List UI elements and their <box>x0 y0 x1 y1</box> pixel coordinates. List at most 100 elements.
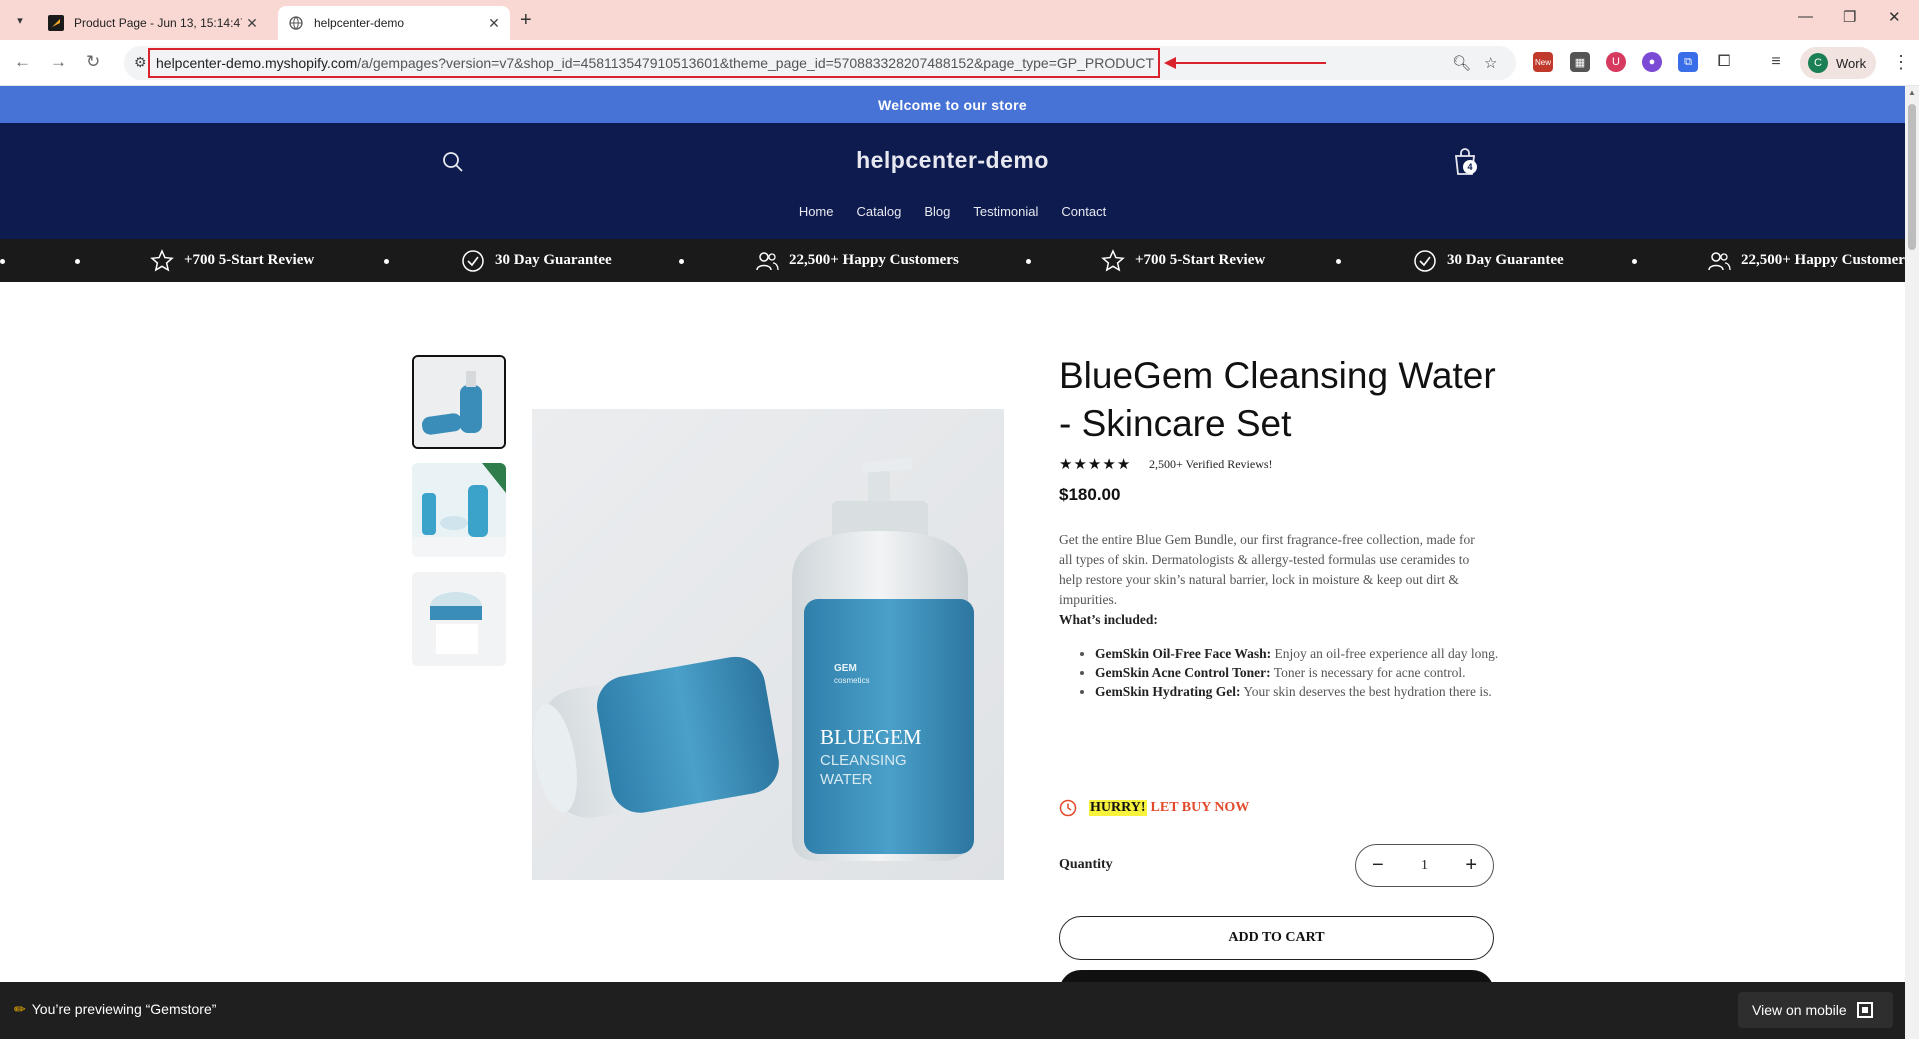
item-name: GemSkin Hydrating Gel: <box>1095 684 1241 699</box>
star-icon: ★ <box>1059 456 1073 473</box>
rating-stars[interactable]: ★ ★ ★ ★ ★ <box>1059 455 1130 473</box>
bottle-label-3: WATER <box>820 771 873 788</box>
users-icon <box>1708 251 1731 270</box>
list-item: GemSkin Oil-Free Face Wash: Enjoy an oil… <box>1095 644 1499 663</box>
marquee-text: 30 Day Guarantee <box>1447 252 1564 268</box>
url-host: helpcenter-demo.myshopify.com <box>156 55 358 71</box>
close-tab-icon[interactable]: ✕ <box>484 15 504 32</box>
close-tab-icon[interactable]: ✕ <box>242 15 262 32</box>
marquee-item-customers: 22,500+ Happy Customers <box>755 239 959 282</box>
avatar: C <box>1808 53 1828 73</box>
browser-tab-helpcenter[interactable]: helpcenter-demo ✕ <box>278 6 510 40</box>
view-on-mobile-label: View on mobile <box>1752 1002 1847 1018</box>
item-name: GemSkin Oil-Free Face Wash: <box>1095 646 1272 661</box>
minimize-icon[interactable]: — <box>1798 8 1813 25</box>
nav-home[interactable]: Home <box>799 204 834 219</box>
extension-shield-icon[interactable]: U <box>1606 52 1626 72</box>
reload-icon[interactable]: ↻ <box>86 52 100 72</box>
profile-button[interactable]: C Work <box>1800 47 1876 79</box>
scrollbar-thumb[interactable] <box>1908 104 1916 250</box>
scroll-up-icon[interactable]: ▲ <box>1908 88 1916 97</box>
bottle-brand-sub: cosmetics <box>834 676 870 685</box>
nav-contact[interactable]: Contact <box>1061 204 1106 219</box>
preview-text: You’re previewing “Gemstore” <box>31 1001 217 1017</box>
minus-icon[interactable]: − <box>1372 854 1384 877</box>
url-text-highlighted[interactable]: helpcenter-demo.myshopify.com/a/gempages… <box>148 48 1160 78</box>
nav-blog[interactable]: Blog <box>924 204 950 219</box>
add-to-cart-button[interactable]: ADD TO CART <box>1059 916 1494 960</box>
product-price: $180.00 <box>1059 485 1121 504</box>
marquee-text: +700 5-Start Review <box>1135 252 1266 268</box>
cart-count-badge: 4 <box>1463 160 1477 174</box>
back-icon[interactable]: ← <box>14 52 31 72</box>
included-heading: What’s included: <box>1059 612 1158 627</box>
view-on-mobile-button[interactable]: View on mobile <box>1738 992 1893 1028</box>
separator-dot <box>75 259 80 264</box>
bottle-brand: GEM <box>834 663 857 674</box>
restore-icon[interactable]: ❐ <box>1843 8 1856 26</box>
separator-dot <box>384 259 389 264</box>
plus-icon[interactable]: + <box>1465 854 1477 877</box>
close-window-icon[interactable]: ✕ <box>1888 8 1901 26</box>
forward-icon[interactable]: → <box>50 52 67 72</box>
star-icon: ★ <box>1073 456 1087 473</box>
browser-menu-icon[interactable]: ⋮ <box>1892 52 1910 73</box>
marquee-item-customers: 22,500+ Happy Customers <box>1707 239 1905 282</box>
star-icon: ★ <box>1087 456 1102 473</box>
extension-translate-icon[interactable]: ⧉ <box>1678 52 1698 72</box>
hurry-text: LET BUY NOW <box>1150 800 1250 815</box>
product-thumbnail-3[interactable] <box>412 572 506 666</box>
item-text: Your skin deserves the best hydration th… <box>1243 684 1492 699</box>
description-text: Get the entire Blue Gem Bundle, our firs… <box>1059 532 1475 607</box>
extension-new-icon[interactable]: New <box>1533 52 1553 72</box>
product-description: Get the entire Blue Gem Bundle, our firs… <box>1059 530 1489 630</box>
nav-testimonial[interactable]: Testimonial <box>973 204 1038 219</box>
gempages-favicon-icon <box>48 15 64 31</box>
reading-list-icon[interactable]: ≡ <box>1766 52 1786 72</box>
address-bar[interactable]: ⚙ helpcenter-demo.myshopify.com/a/gempag… <box>124 46 1516 80</box>
page-scrollbar[interactable]: ▲ <box>1905 86 1919 1039</box>
quantity-label: Quantity <box>1059 857 1113 872</box>
pencil-icon: ✏ <box>14 1001 26 1017</box>
separator-dot <box>679 259 684 264</box>
product-main-image[interactable]: GEM cosmetics BLUEGEM CLEANSING WATER <box>532 409 1004 880</box>
tab-search-menu-icon[interactable]: ▾ <box>10 10 30 30</box>
product-thumbnail-1[interactable] <box>412 355 506 449</box>
bookmark-star-icon[interactable]: ☆ <box>1484 54 1497 72</box>
separator-dot <box>1336 259 1341 264</box>
tab-title: helpcenter-demo <box>314 16 405 30</box>
list-item: GemSkin Acne Control Toner: Toner is nec… <box>1095 663 1499 682</box>
extensions-puzzle-icon[interactable]: ⧠ <box>1714 52 1734 72</box>
new-tab-icon[interactable]: + <box>520 9 532 32</box>
product-thumbnail-2[interactable] <box>412 463 506 557</box>
browser-tab-product-page[interactable]: Product Page - Jun 13, 15:14:47 ✕ <box>38 6 268 40</box>
extension-qr-icon[interactable]: ▦ <box>1570 52 1590 72</box>
store-header: helpcenter-demo 4 Home Catalog Blog Test… <box>0 123 1905 239</box>
annotation-arrow <box>1164 57 1326 69</box>
marquee-item-reviews: +700 5-Start Review <box>150 239 314 282</box>
main-nav: Home Catalog Blog Testimonial Contact <box>0 204 1905 219</box>
included-list: GemSkin Oil-Free Face Wash: Enjoy an oil… <box>1059 644 1499 701</box>
separator-dot <box>1632 259 1637 264</box>
site-info-icon[interactable]: ⚙ <box>134 54 147 71</box>
hurry-highlight: HURRY! <box>1089 800 1147 816</box>
reviews-count[interactable]: 2,500+ Verified Reviews! <box>1149 457 1273 472</box>
extension-color-icon[interactable]: ● <box>1642 52 1662 72</box>
globe-favicon-icon <box>288 15 304 31</box>
marquee-text: 30 Day Guarantee <box>495 252 612 268</box>
quantity-stepper: − 1 + <box>1355 844 1494 887</box>
nav-catalog[interactable]: Catalog <box>857 204 902 219</box>
bottle-label-2: CLEANSING <box>820 752 907 769</box>
store-brand[interactable]: helpcenter-demo <box>0 147 1905 174</box>
badge-check-icon <box>1414 249 1436 272</box>
trust-marquee: +700 5-Start Review 30 Day Guarantee 22,… <box>0 239 1905 282</box>
item-text: Toner is necessary for acne control. <box>1273 665 1466 680</box>
quantity-value[interactable]: 1 <box>1421 858 1428 874</box>
marquee-item-guarantee: 30 Day Guarantee <box>1413 239 1564 282</box>
preview-text-wrap: ✏ You’re previewing “Gemstore” <box>14 1001 216 1018</box>
marquee-text: +700 5-Start Review <box>184 252 315 268</box>
bottle-label-1: BLUEGEM <box>820 725 922 749</box>
announcement-bar: Welcome to our store <box>0 86 1905 123</box>
zoom-icon[interactable]: 🔍︎ <box>1452 54 1471 72</box>
separator-dot <box>0 259 5 264</box>
